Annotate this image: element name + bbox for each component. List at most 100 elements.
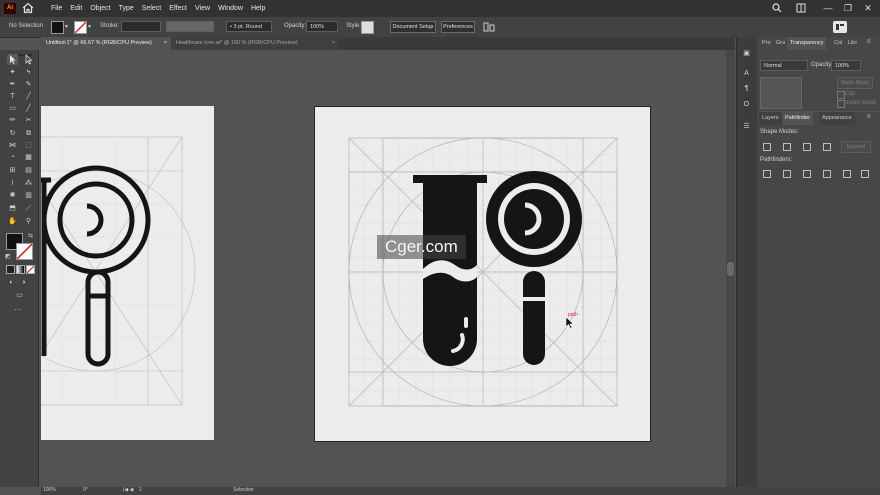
comments-icon[interactable]: ▣ — [741, 48, 752, 59]
minimize-button[interactable]: — — [818, 0, 838, 17]
tab-appearance[interactable]: Appearance — [819, 112, 855, 125]
line-segment-tool-icon[interactable]: ╱ — [23, 91, 34, 102]
tab-transparency[interactable]: Transparency — [787, 37, 827, 50]
opentype-icon[interactable]: O — [741, 99, 752, 110]
arrange-icon[interactable] — [483, 22, 495, 32]
lasso-tool-icon[interactable]: ϟ — [23, 67, 34, 78]
draw-behind-icon[interactable]: ◑ — [18, 277, 29, 288]
minus-back-icon[interactable] — [861, 170, 869, 178]
menu-type[interactable]: Type — [115, 0, 138, 17]
screen-mode-icon[interactable]: ▭ — [14, 290, 25, 301]
crop-icon[interactable] — [823, 170, 831, 178]
paragraph-icon[interactable]: ¶ — [741, 83, 752, 94]
close-icon[interactable]: × — [164, 37, 167, 50]
menu-file[interactable]: File — [47, 0, 66, 17]
tab-pathfinder[interactable]: Pathfinder — [782, 112, 814, 125]
paintbrush-tool-icon[interactable]: ╱ — [23, 103, 34, 114]
stroke-color-box[interactable] — [16, 243, 33, 260]
divide-icon[interactable] — [763, 170, 771, 178]
direct-selection-tool-icon[interactable] — [23, 54, 34, 65]
shape-builder-tool-icon[interactable]: ◔ — [7, 152, 18, 163]
panel-menu-icon[interactable]: ≡ — [867, 39, 871, 45]
opacity-field[interactable]: 100% — [831, 60, 861, 71]
magic-wand-tool-icon[interactable]: ✦ — [7, 67, 18, 78]
restore-button[interactable]: ❐ — [838, 0, 858, 17]
arrange-documents-icon[interactable] — [796, 3, 806, 13]
trim-icon[interactable] — [783, 170, 791, 178]
blend-mode-select[interactable]: Normal — [760, 60, 808, 71]
draw-mode-icon[interactable]: ◐ — [6, 277, 17, 288]
graphic-style-swatch[interactable] — [361, 21, 374, 34]
width-tool-icon[interactable]: ⋈ — [7, 140, 18, 151]
artboard-navigation-icon[interactable]: |◀ ◀ — [123, 487, 133, 493]
none-mode-icon[interactable] — [26, 265, 35, 274]
close-icon[interactable]: × — [332, 37, 335, 50]
stroke-swatch[interactable] — [74, 21, 87, 34]
brush-definition[interactable]: • 3 pt. Round — [226, 21, 272, 32]
tab-color[interactable]: Col — [831, 37, 845, 50]
type-tool-icon[interactable]: T — [7, 91, 18, 102]
tab-libraries[interactable]: Libr — [845, 37, 860, 50]
intersect-icon[interactable] — [803, 143, 811, 151]
gradient-tool-icon[interactable]: ▤ — [23, 165, 34, 176]
search-icon[interactable] — [772, 3, 782, 13]
scale-tool-icon[interactable]: ⧉ — [23, 128, 34, 139]
artboard-number-field[interactable]: 2 — [139, 487, 142, 493]
pencil-tool-icon[interactable]: ✏ — [7, 115, 18, 126]
symbol-sprayer-tool-icon[interactable]: ✺ — [7, 190, 18, 201]
outline-icon[interactable] — [843, 170, 851, 178]
chevron-down-icon[interactable]: ▼ — [64, 24, 69, 30]
make-mask-button[interactable]: Make Mask — [837, 77, 873, 89]
free-transform-tool-icon[interactable]: ⬚ — [23, 140, 34, 151]
rectangle-tool-icon[interactable]: ▭ — [7, 103, 18, 114]
blend-tool-icon[interactable]: ⁂ — [23, 178, 34, 189]
panel-menu-icon[interactable]: ≡ — [867, 114, 871, 120]
color-mode-icon[interactable] — [6, 265, 15, 274]
selection-tool-icon[interactable] — [7, 54, 18, 65]
tab-gradient[interactable]: Gra — [773, 37, 788, 50]
document-setup-button[interactable]: Document Setup — [390, 21, 436, 33]
column-graph-tool-icon[interactable]: ▥ — [23, 190, 34, 201]
menu-view[interactable]: View — [191, 0, 214, 17]
workspace-switcher-icon[interactable] — [833, 21, 847, 33]
preferences-button[interactable]: Preferences — [441, 21, 475, 33]
chevron-down-icon[interactable]: ▼ — [87, 24, 92, 30]
pen-tool-icon[interactable]: ✒ — [7, 79, 18, 90]
curvature-tool-icon[interactable]: ✎ — [23, 79, 34, 90]
gradient-mode-icon[interactable] — [16, 265, 25, 274]
rotate-tool-icon[interactable]: ↻ — [7, 128, 18, 139]
close-window-button[interactable]: ✕ — [858, 0, 878, 17]
exclude-icon[interactable] — [823, 143, 831, 151]
expand-button[interactable]: Expand — [841, 141, 871, 153]
default-colors-icon[interactable]: ◩ — [5, 253, 11, 260]
variable-width-profile[interactable] — [166, 21, 214, 32]
rotate-view-field[interactable]: 0° — [83, 487, 88, 493]
fill-swatch[interactable] — [51, 21, 64, 34]
opacity-field[interactable]: 100% — [306, 21, 338, 32]
menu-edit[interactable]: Edit — [66, 0, 86, 17]
mesh-tool-icon[interactable]: ⊞ — [7, 165, 18, 176]
scrollbar-thumb[interactable] — [727, 262, 734, 276]
unite-icon[interactable] — [763, 143, 771, 151]
slice-tool-icon[interactable]: ⟋ — [23, 203, 34, 214]
scissors-tool-icon[interactable]: ✂ — [23, 115, 34, 126]
zoom-field[interactable]: 100% — [43, 487, 56, 493]
artboard-tool-icon[interactable]: ⬒ — [7, 203, 18, 214]
clip-checkbox[interactable] — [837, 91, 845, 99]
menu-effect[interactable]: Effect — [165, 0, 191, 17]
tab-healthcare-icon[interactable]: Healthcare icon.ai* @ 150 % (RGB/CPU Pre… — [171, 37, 339, 50]
hand-tool-icon[interactable]: ✋ — [7, 216, 18, 227]
invert-mask-checkbox[interactable] — [837, 100, 845, 108]
eyedropper-tool-icon[interactable]: ⌇ — [7, 178, 18, 189]
menu-object[interactable]: Object — [86, 0, 114, 17]
home-icon[interactable] — [22, 2, 34, 14]
zoom-tool-icon[interactable]: ⚲ — [23, 216, 34, 227]
tab-untitled-1[interactable]: Untitled-1* @ 66.67 % (RGB/CPU Preview) … — [41, 37, 171, 50]
tab-layers[interactable]: Layers — [759, 112, 782, 125]
swap-colors-icon[interactable]: ⇆ — [28, 232, 33, 239]
merge-icon[interactable] — [803, 170, 811, 178]
perspective-grid-tool-icon[interactable]: ▦ — [23, 152, 34, 163]
minus-front-icon[interactable] — [783, 143, 791, 151]
menu-select[interactable]: Select — [138, 0, 165, 17]
menu-window[interactable]: Window — [214, 0, 247, 17]
